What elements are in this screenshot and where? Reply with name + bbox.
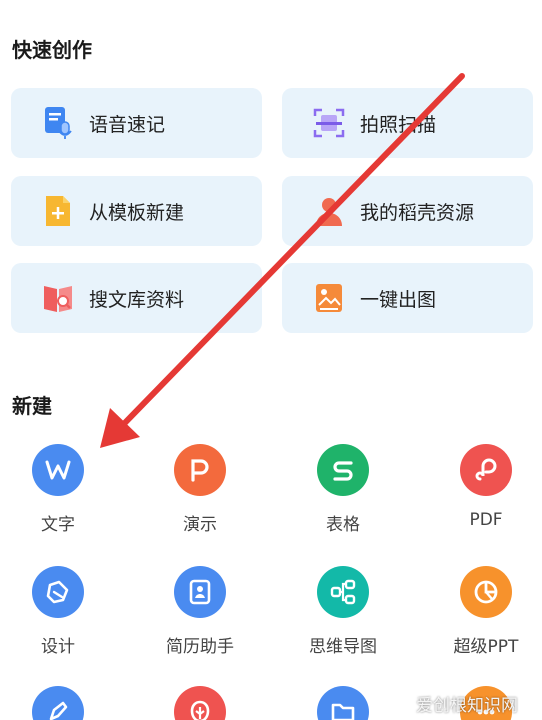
new-spreadsheet-button[interactable]: 表格 (285, 444, 401, 535)
super-ppt-icon (460, 566, 512, 618)
quick-voice-note-label: 语音速记 (89, 113, 166, 136)
mindmap-icon (317, 566, 369, 618)
new-super-ppt-label: 超级PPT (453, 637, 519, 657)
new-sign-button[interactable] (0, 686, 116, 720)
new-resume-button[interactable]: 简历助手 (142, 566, 258, 657)
new-design-label: 设计 (41, 637, 75, 657)
quick-resource-button[interactable]: 我的稻壳资源 (282, 176, 533, 246)
image-generate-icon (312, 281, 346, 315)
quick-library-label: 搜文库资料 (89, 288, 185, 311)
sign-icon (32, 686, 84, 720)
presentation-icon (174, 444, 226, 496)
design-icon (32, 566, 84, 618)
quick-resource-label: 我的稻壳资源 (360, 201, 475, 224)
quick-image-generate-label: 一键出图 (360, 288, 437, 311)
new-section-title: 新建 (12, 394, 52, 418)
pdf-icon (460, 444, 512, 496)
writer-icon (32, 444, 84, 496)
new-presentation-button[interactable]: 演示 (142, 444, 258, 535)
quick-library-button[interactable]: 搜文库资料 (11, 263, 262, 333)
voice-note-icon (41, 106, 75, 140)
quick-image-generate-button[interactable]: 一键出图 (282, 263, 533, 333)
new-pdf-button[interactable]: PDF (428, 444, 542, 530)
quick-create-title: 快速创作 (12, 38, 92, 62)
resume-icon (174, 566, 226, 618)
quick-template-button[interactable]: 从模板新建 (11, 176, 262, 246)
new-pdf-label: PDF (469, 510, 503, 530)
new-writer-label: 文字 (41, 515, 75, 535)
library-search-icon (41, 281, 75, 315)
new-design-button[interactable]: 设计 (0, 566, 116, 657)
watermark-text: 爱创根知识网 (416, 696, 518, 716)
quick-voice-note-button[interactable]: 语音速记 (11, 88, 262, 158)
scan-icon (312, 106, 346, 140)
new-spreadsheet-label: 表格 (326, 515, 360, 535)
new-super-ppt-button[interactable]: 超级PPT (428, 566, 542, 657)
new-writer-button[interactable]: 文字 (0, 444, 116, 535)
new-form-button[interactable] (142, 686, 258, 720)
new-folder-button[interactable] (285, 686, 401, 720)
new-resume-label: 简历助手 (166, 637, 234, 657)
user-resource-icon (312, 194, 346, 228)
new-mindmap-label: 思维导图 (309, 637, 377, 657)
quick-template-label: 从模板新建 (89, 201, 185, 224)
quick-scan-button[interactable]: 拍照扫描 (282, 88, 533, 158)
quick-scan-label: 拍照扫描 (360, 113, 437, 136)
folder-icon (317, 686, 369, 720)
spreadsheet-icon (317, 444, 369, 496)
form-icon (174, 686, 226, 720)
template-icon (41, 194, 75, 228)
new-presentation-label: 演示 (183, 515, 217, 535)
new-mindmap-button[interactable]: 思维导图 (285, 566, 401, 657)
